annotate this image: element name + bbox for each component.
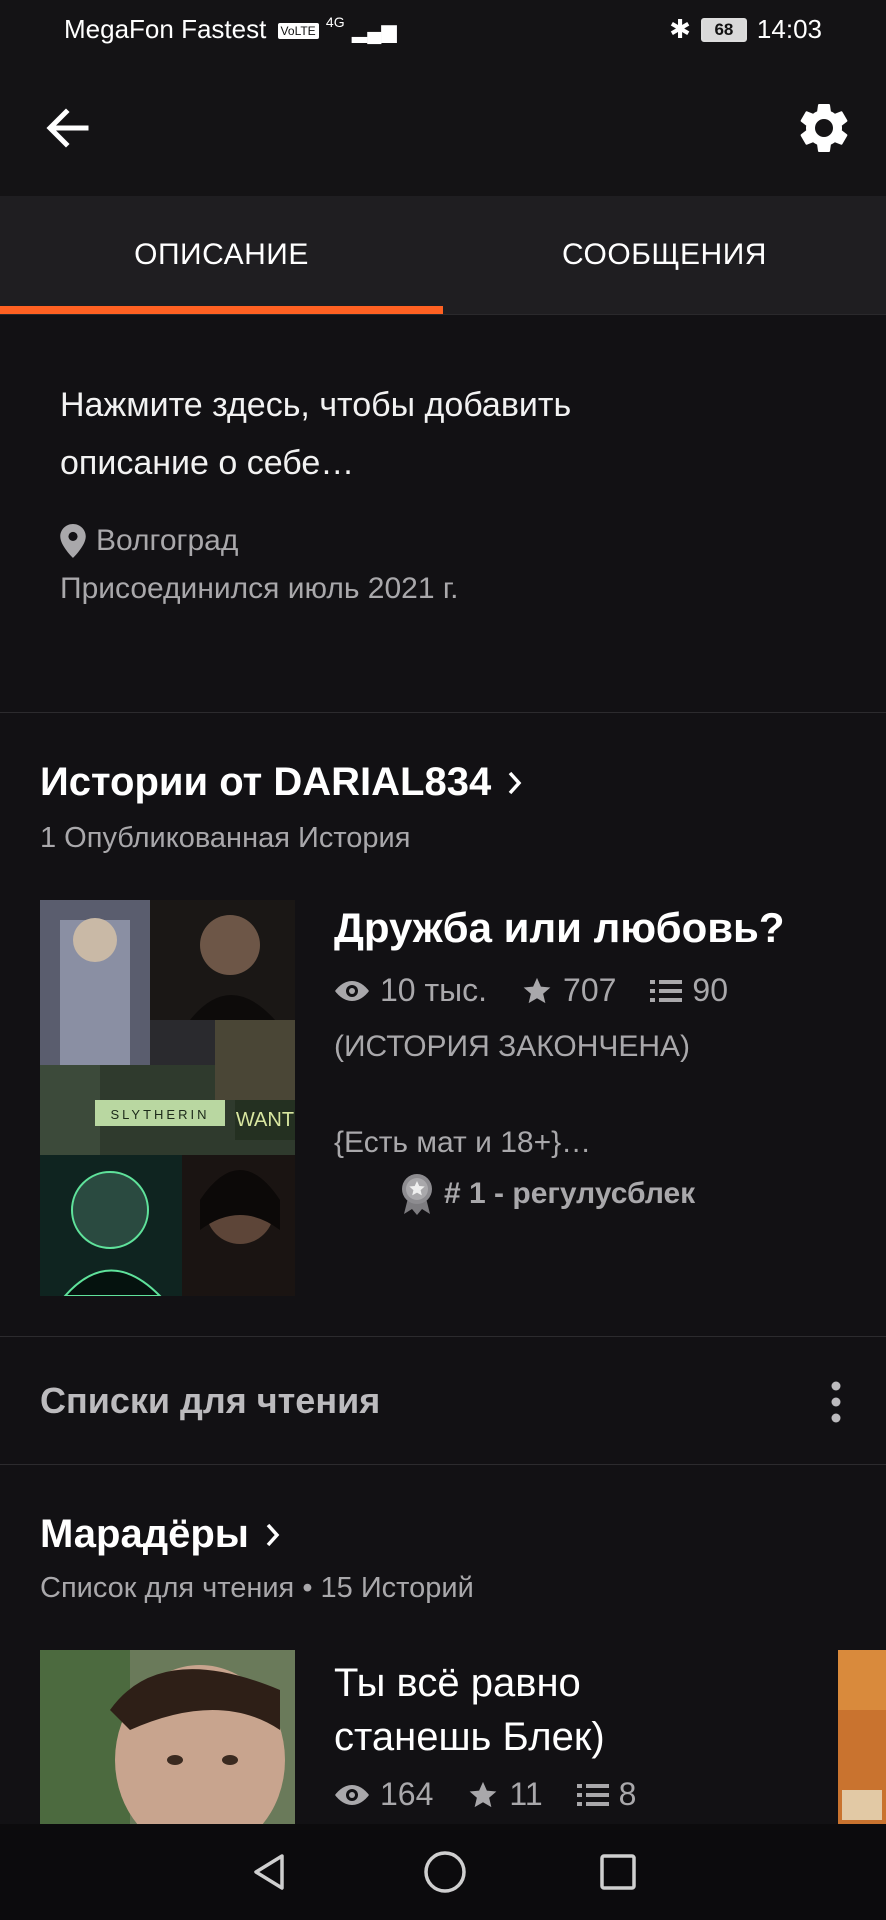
network-type: 4G — [325, 14, 345, 30]
settings-button[interactable] — [794, 98, 854, 158]
parts-count: 90 — [692, 972, 729, 1008]
list-story-stats: 164 11 8 — [334, 1776, 636, 1813]
carrier-label: MegaFon Fastest — [64, 14, 267, 44]
eye-icon — [335, 1784, 369, 1805]
system-navigation-bar — [0, 1824, 886, 1920]
joined-date: Присоединился июль 2021 г. — [60, 572, 459, 605]
nav-home-icon[interactable] — [422, 1849, 468, 1895]
active-tab-indicator — [0, 306, 443, 314]
list-story-title[interactable]: Ты всё равно станешь Блек) — [334, 1656, 754, 1764]
stories-section-title[interactable]: Истории от DARIAL834 — [40, 760, 525, 805]
story-tagline: {Есть мат и 18+}… — [334, 1126, 592, 1159]
location-row: Волгоград — [60, 524, 238, 558]
location-pin-icon — [60, 524, 86, 558]
app-bar — [0, 64, 886, 196]
list-icon — [650, 979, 683, 1002]
story-cover-image: SLYTHERIN WANT — [40, 900, 295, 1296]
chevron-right-icon — [508, 771, 522, 794]
description-line-2: описание о себе… — [60, 444, 355, 482]
reads-stat: 164 — [334, 1776, 433, 1813]
nav-back-icon[interactable] — [248, 1850, 292, 1894]
parts-stat: 90 — [650, 972, 728, 1009]
list-icon — [576, 1783, 609, 1806]
story-rank[interactable]: # 1 - регулусблек — [400, 1172, 695, 1216]
volte-badge: VoLTE — [277, 23, 319, 40]
tab-messages[interactable]: СООБЩЕНИЯ — [443, 196, 886, 314]
battery-icon: 68 — [700, 17, 747, 42]
story-stats: 10 тыс. 707 90 — [334, 972, 728, 1009]
votes-stat: 11 — [467, 1776, 543, 1813]
add-description-prompt[interactable]: Нажмите здесь, чтобы добавить описание о… — [60, 376, 820, 492]
story-cover[interactable]: SLYTHERIN WANT — [40, 900, 295, 1296]
signal-icon: ▂▄▆ — [351, 21, 397, 43]
back-arrow-icon — [46, 108, 89, 148]
chevron-right-icon — [266, 1523, 280, 1546]
next-story-cover[interactable] — [838, 1650, 886, 1824]
story-title[interactable]: Дружба или любовь? — [334, 904, 785, 952]
list-story-cover-image — [40, 1650, 295, 1824]
list-story-title-line-1: Ты всё равно — [334, 1661, 581, 1705]
gear-icon — [800, 103, 848, 152]
clock: 14:03 — [756, 14, 822, 44]
profile-tabs: ОПИСАНИЕ СООБЩЕНИЯ — [0, 196, 886, 315]
reading-lists-title: Списки для чтения — [40, 1380, 381, 1421]
more-options-button[interactable] — [826, 1378, 846, 1426]
reading-list-name: Марадёры — [40, 1512, 249, 1556]
list-story-title-line-2: станешь Блек) — [334, 1715, 605, 1759]
section-divider — [0, 1464, 886, 1465]
description-line-1: Нажмите здесь, чтобы добавить — [60, 386, 572, 424]
votes-count: 707 — [563, 972, 617, 1008]
star-icon — [523, 977, 551, 1003]
cover-text-want: WANT — [236, 1109, 294, 1131]
eye-icon — [335, 980, 369, 1001]
reads-stat: 10 тыс. — [334, 972, 487, 1009]
nav-recents-icon[interactable] — [598, 1852, 638, 1892]
stories-count: 1 Опубликованная История — [40, 822, 411, 854]
votes-count: 11 — [509, 1776, 543, 1812]
next-story-cover-image — [838, 1650, 886, 1824]
votes-stat: 707 — [521, 972, 616, 1009]
more-vertical-icon — [831, 1381, 841, 1423]
bluetooth-icon: ✱ — [669, 14, 691, 44]
parts-stat: 8 — [576, 1776, 637, 1813]
tab-description[interactable]: ОПИСАНИЕ — [0, 196, 443, 314]
reads-count: 10 тыс. — [380, 972, 488, 1008]
carrier-name: MegaFon Fastest VoLTE 4G ▂▄▆ — [64, 14, 397, 45]
stories-title-text: Истории от DARIAL834 — [40, 760, 492, 804]
list-story-cover[interactable] — [40, 1650, 295, 1824]
status-right: ✱ 68 14:03 — [669, 14, 822, 45]
story-status: (ИСТОРИЯ ЗАКОНЧЕНА) — [334, 1030, 691, 1063]
reading-list-subtitle: Список для чтения • 15 Историй — [40, 1572, 474, 1604]
location-text: Волгоград — [96, 524, 239, 557]
rank-text: # 1 - регулусблек — [444, 1177, 696, 1210]
section-divider — [0, 1336, 886, 1337]
ranking-badge-icon — [402, 1174, 432, 1215]
cover-text-slytherin: SLYTHERIN — [111, 1107, 210, 1122]
parts-count: 8 — [618, 1776, 637, 1812]
star-icon — [470, 1781, 497, 1807]
section-divider — [0, 712, 886, 713]
reading-list-title[interactable]: Марадёры — [40, 1512, 283, 1557]
back-button[interactable] — [40, 100, 96, 156]
reads-count: 164 — [380, 1776, 434, 1812]
